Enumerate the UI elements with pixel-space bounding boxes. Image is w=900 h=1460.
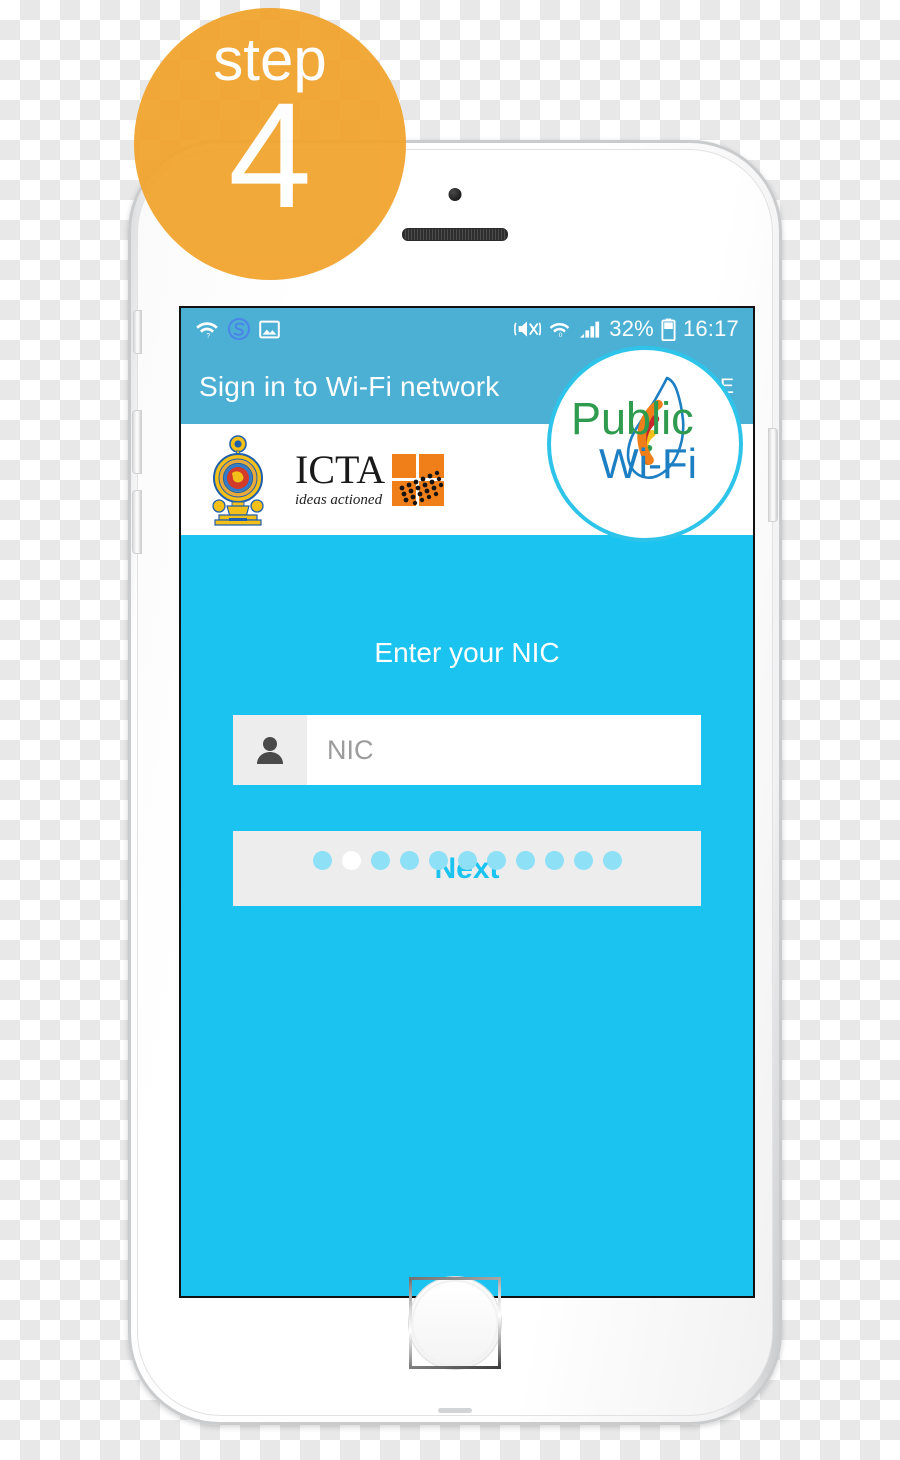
page-title: Sign in to Wi-Fi network (199, 371, 500, 402)
battery-icon (661, 318, 676, 341)
earpiece-speaker (402, 228, 508, 241)
svg-text:0: 0 (559, 332, 563, 339)
svg-text:Public: Public (571, 393, 694, 444)
wifi-question-icon: ? (196, 322, 218, 340)
icta-text-block: ICTA ideas actioned (295, 446, 386, 509)
smartphone-device: ? 0 32% 16:17 Sign in to Wi-Fi network I… (128, 140, 782, 1425)
battery-percent-label: 32% (609, 316, 654, 341)
public-wifi-logo: Public Wi-Fi (547, 346, 743, 542)
phone-body: ? 0 32% 16:17 Sign in to Wi-Fi network I… (132, 149, 778, 1416)
mute-switch-button[interactable] (133, 310, 142, 354)
public-wifi-logo-artwork: Public Wi-Fi (571, 376, 697, 487)
svg-text:?: ? (206, 331, 210, 340)
status-bar-left-icons: ? (195, 318, 280, 340)
front-camera-icon (448, 188, 462, 201)
pagination-dot[interactable] (573, 851, 593, 870)
step-badge: step 4 (134, 8, 406, 280)
person-icon (233, 715, 307, 785)
pagination-dot[interactable] (457, 851, 477, 870)
volume-down-button[interactable] (132, 490, 142, 554)
vibrate-mute-icon (514, 321, 542, 337)
form-headline: Enter your NIC (374, 637, 560, 668)
wifi-icon: 0 (549, 323, 570, 339)
nic-input[interactable] (307, 715, 701, 785)
icta-name-label: ICTA (295, 446, 386, 492)
clock-label: 16:17 (682, 316, 739, 341)
bottom-speaker-grille (438, 1408, 472, 1413)
pagination-dot[interactable] (486, 851, 506, 870)
step-number-label: 4 (228, 71, 312, 239)
pagination-dot[interactable] (399, 851, 419, 870)
phone-screen: ? 0 32% 16:17 Sign in to Wi-Fi network I… (179, 306, 755, 1298)
icta-tagline-label: ideas actioned (295, 491, 383, 508)
pagination-dot[interactable] (515, 851, 535, 870)
signal-bars-icon (580, 321, 600, 338)
pagination-dot[interactable] (370, 851, 390, 870)
person-icon-glyph (257, 737, 283, 764)
pagination-dot[interactable] (544, 851, 564, 870)
image-icon (259, 320, 280, 338)
icta-mark-icon (392, 453, 445, 506)
pagination-dots (181, 851, 753, 870)
s-app-icon (228, 318, 250, 340)
status-bar-right-icons: 0 32% 16:17 (514, 316, 739, 342)
power-button[interactable] (768, 428, 778, 522)
status-bar: ? 0 32% 16:17 (181, 308, 753, 350)
icta-logo: ICTA ideas actioned (295, 446, 445, 509)
home-button[interactable] (409, 1277, 501, 1369)
signin-form: Enter your NIC Next (181, 535, 753, 906)
sri-lanka-government-emblem-icon (212, 434, 264, 526)
pagination-dot[interactable] (428, 851, 448, 870)
pagination-dot[interactable] (312, 851, 332, 870)
nic-field-group (233, 715, 701, 785)
volume-up-button[interactable] (132, 410, 142, 474)
svg-text:Wi-Fi: Wi-Fi (599, 440, 697, 487)
pagination-dot[interactable] (341, 851, 361, 870)
home-button-inner (414, 1282, 496, 1364)
pagination-dot[interactable] (602, 851, 622, 870)
